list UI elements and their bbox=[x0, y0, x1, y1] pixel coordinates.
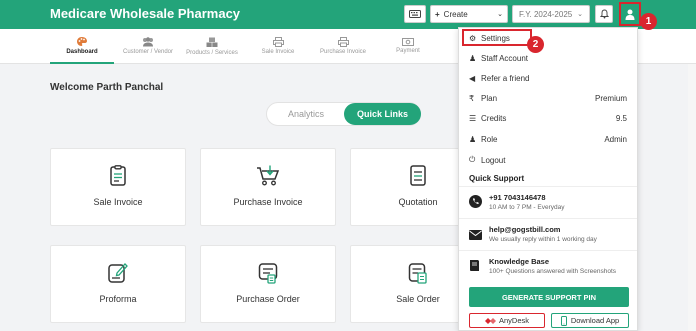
plan-value: Premium bbox=[594, 93, 627, 103]
page-scrollbar[interactable] bbox=[688, 64, 696, 331]
app-title: Medicare Wholesale Pharmacy bbox=[50, 6, 241, 21]
tab-purchase-invoice[interactable]: Purchase Invoice bbox=[311, 29, 375, 64]
chevron-down-icon: ⌄ bbox=[497, 11, 503, 18]
support-phone[interactable]: +91 7043146478 10 AM to 7 PM - Everyday bbox=[459, 186, 637, 218]
megaphone-icon: ◀ bbox=[469, 73, 476, 83]
tab-payment[interactable]: Payment bbox=[376, 29, 440, 64]
card-label: Proforma bbox=[99, 294, 137, 304]
anydesk-button[interactable]: AnyDesk bbox=[469, 313, 545, 328]
card-label: Sale Invoice bbox=[93, 197, 143, 207]
menu-item-logout[interactable]: ⏻ Logout bbox=[459, 150, 637, 170]
create-label: Create bbox=[443, 9, 468, 19]
cash-icon bbox=[402, 38, 414, 46]
tab-label: Sale Invoice bbox=[261, 49, 295, 55]
welcome-message: Welcome Parth Panchal bbox=[50, 82, 164, 93]
tab-label: Products / Services bbox=[186, 49, 238, 56]
printer-icon bbox=[337, 37, 349, 47]
menu-item-label: Credits bbox=[481, 113, 507, 123]
quick-support-title: Quick Support bbox=[469, 174, 525, 183]
clipboard-icon bbox=[408, 263, 427, 284]
annotation-marker-1: 1 bbox=[640, 13, 657, 30]
annotation-marker-2: 2 bbox=[527, 36, 544, 53]
mobile-icon bbox=[560, 315, 567, 326]
user-dropdown-menu: ⚙ Settings ♟ Staff Account ◀ Refer a fri… bbox=[458, 27, 638, 331]
anydesk-label: AnyDesk bbox=[498, 316, 529, 325]
support-subtitle: 10 AM to 7 PM - Everyday bbox=[489, 204, 565, 211]
tab-label: Payment bbox=[396, 48, 420, 54]
view-toggle: Analytics Quick Links bbox=[266, 102, 421, 126]
support-email[interactable]: help@gogstbill.com We usually reply with… bbox=[459, 218, 637, 250]
create-dropdown[interactable]: + Create ⌄ bbox=[430, 5, 508, 23]
tab-label: Dashboard bbox=[66, 48, 98, 55]
boxes-icon bbox=[206, 37, 218, 47]
menu-item-staff-account[interactable]: ♟ Staff Account bbox=[459, 48, 637, 68]
tab-products-services[interactable]: Products / Services bbox=[180, 29, 244, 64]
tab-dashboard[interactable]: Dashboard bbox=[50, 29, 114, 64]
support-title: help@gogstbill.com bbox=[489, 225, 561, 234]
edit-doc-icon bbox=[108, 263, 128, 283]
support-knowledge-base[interactable]: Knowledge Base 100+ Questions answered w… bbox=[459, 250, 637, 282]
anydesk-icon bbox=[484, 317, 496, 324]
palette-icon bbox=[77, 36, 87, 46]
quick-link-purchase-order[interactable]: Purchase Order bbox=[200, 245, 336, 323]
tab-label: Purchase Invoice bbox=[319, 49, 367, 55]
support-title: +91 7043146478 bbox=[489, 193, 546, 202]
tab-customer-vendor[interactable]: Customer / Vendor bbox=[116, 29, 180, 64]
top-bar: Medicare Wholesale Pharmacy + Create ⌄ F… bbox=[0, 0, 696, 29]
role-value: Admin bbox=[604, 134, 627, 144]
card-label: Purchase Invoice bbox=[233, 197, 303, 207]
card-label: Purchase Order bbox=[236, 294, 300, 304]
menu-item-label: Refer a friend bbox=[481, 73, 530, 83]
tab-label: Customer / Vendor bbox=[122, 49, 174, 55]
users-icon bbox=[143, 37, 153, 47]
support-title: Knowledge Base bbox=[489, 257, 550, 266]
keyboard-icon bbox=[409, 10, 421, 18]
chevron-down-icon: ⌄ bbox=[577, 11, 583, 18]
menu-item-label: Role bbox=[481, 134, 498, 144]
database-icon: ☰ bbox=[469, 113, 477, 123]
menu-item-plan[interactable]: ₹ Plan Premium bbox=[459, 88, 637, 108]
support-subtitle: We usually reply within 1 working day bbox=[489, 236, 597, 243]
credits-value: 9.5 bbox=[615, 113, 627, 123]
power-icon: ⏻ bbox=[469, 155, 476, 164]
user-menu-button[interactable] bbox=[619, 2, 641, 26]
order-icon bbox=[258, 263, 278, 284]
menu-item-label: Plan bbox=[481, 93, 498, 103]
staff-icon: ♟ bbox=[469, 53, 477, 63]
notifications-button[interactable] bbox=[595, 5, 613, 23]
printer-icon bbox=[272, 37, 284, 47]
financial-year-select[interactable]: F.Y. 2024-2025 ⌄ bbox=[512, 5, 590, 23]
menu-item-credits[interactable]: ☰ Credits 9.5 bbox=[459, 108, 637, 128]
invoice-icon bbox=[110, 165, 126, 186]
user-icon bbox=[625, 9, 635, 20]
menu-item-label: Logout bbox=[481, 155, 506, 165]
support-subtitle: 100+ Questions answered with Screenshots bbox=[489, 268, 617, 275]
quick-link-proforma[interactable]: Proforma bbox=[50, 245, 186, 323]
menu-item-role[interactable]: ♟ Role Admin bbox=[459, 129, 637, 149]
book-icon bbox=[470, 260, 479, 271]
rupee-icon: ₹ bbox=[469, 93, 475, 103]
generate-support-pin-button[interactable]: GENERATE SUPPORT PIN bbox=[469, 287, 629, 307]
person-icon: ♟ bbox=[469, 134, 477, 144]
menu-item-refer-friend[interactable]: ◀ Refer a friend bbox=[459, 68, 637, 88]
tab-sale-invoice[interactable]: Sale Invoice bbox=[246, 29, 310, 64]
phone-icon bbox=[469, 195, 482, 208]
menu-item-label: Staff Account bbox=[481, 53, 528, 63]
cart-icon bbox=[257, 165, 280, 186]
keyboard-shortcuts-button[interactable] bbox=[404, 5, 426, 23]
download-app-button[interactable]: Download App bbox=[551, 313, 629, 328]
quick-link-sale-invoice[interactable]: Sale Invoice bbox=[50, 148, 186, 226]
fy-label: F.Y. 2024-2025 bbox=[519, 9, 573, 19]
document-icon bbox=[410, 165, 426, 186]
plus-icon: + bbox=[435, 9, 440, 19]
download-app-label: Download App bbox=[570, 316, 620, 325]
quick-link-purchase-invoice[interactable]: Purchase Invoice bbox=[200, 148, 336, 226]
analytics-toggle[interactable]: Analytics bbox=[267, 103, 345, 125]
bell-icon bbox=[599, 9, 609, 19]
quick-links-toggle[interactable]: Quick Links bbox=[344, 103, 421, 125]
mail-icon bbox=[469, 230, 482, 240]
settings-highlight-box bbox=[462, 29, 532, 46]
